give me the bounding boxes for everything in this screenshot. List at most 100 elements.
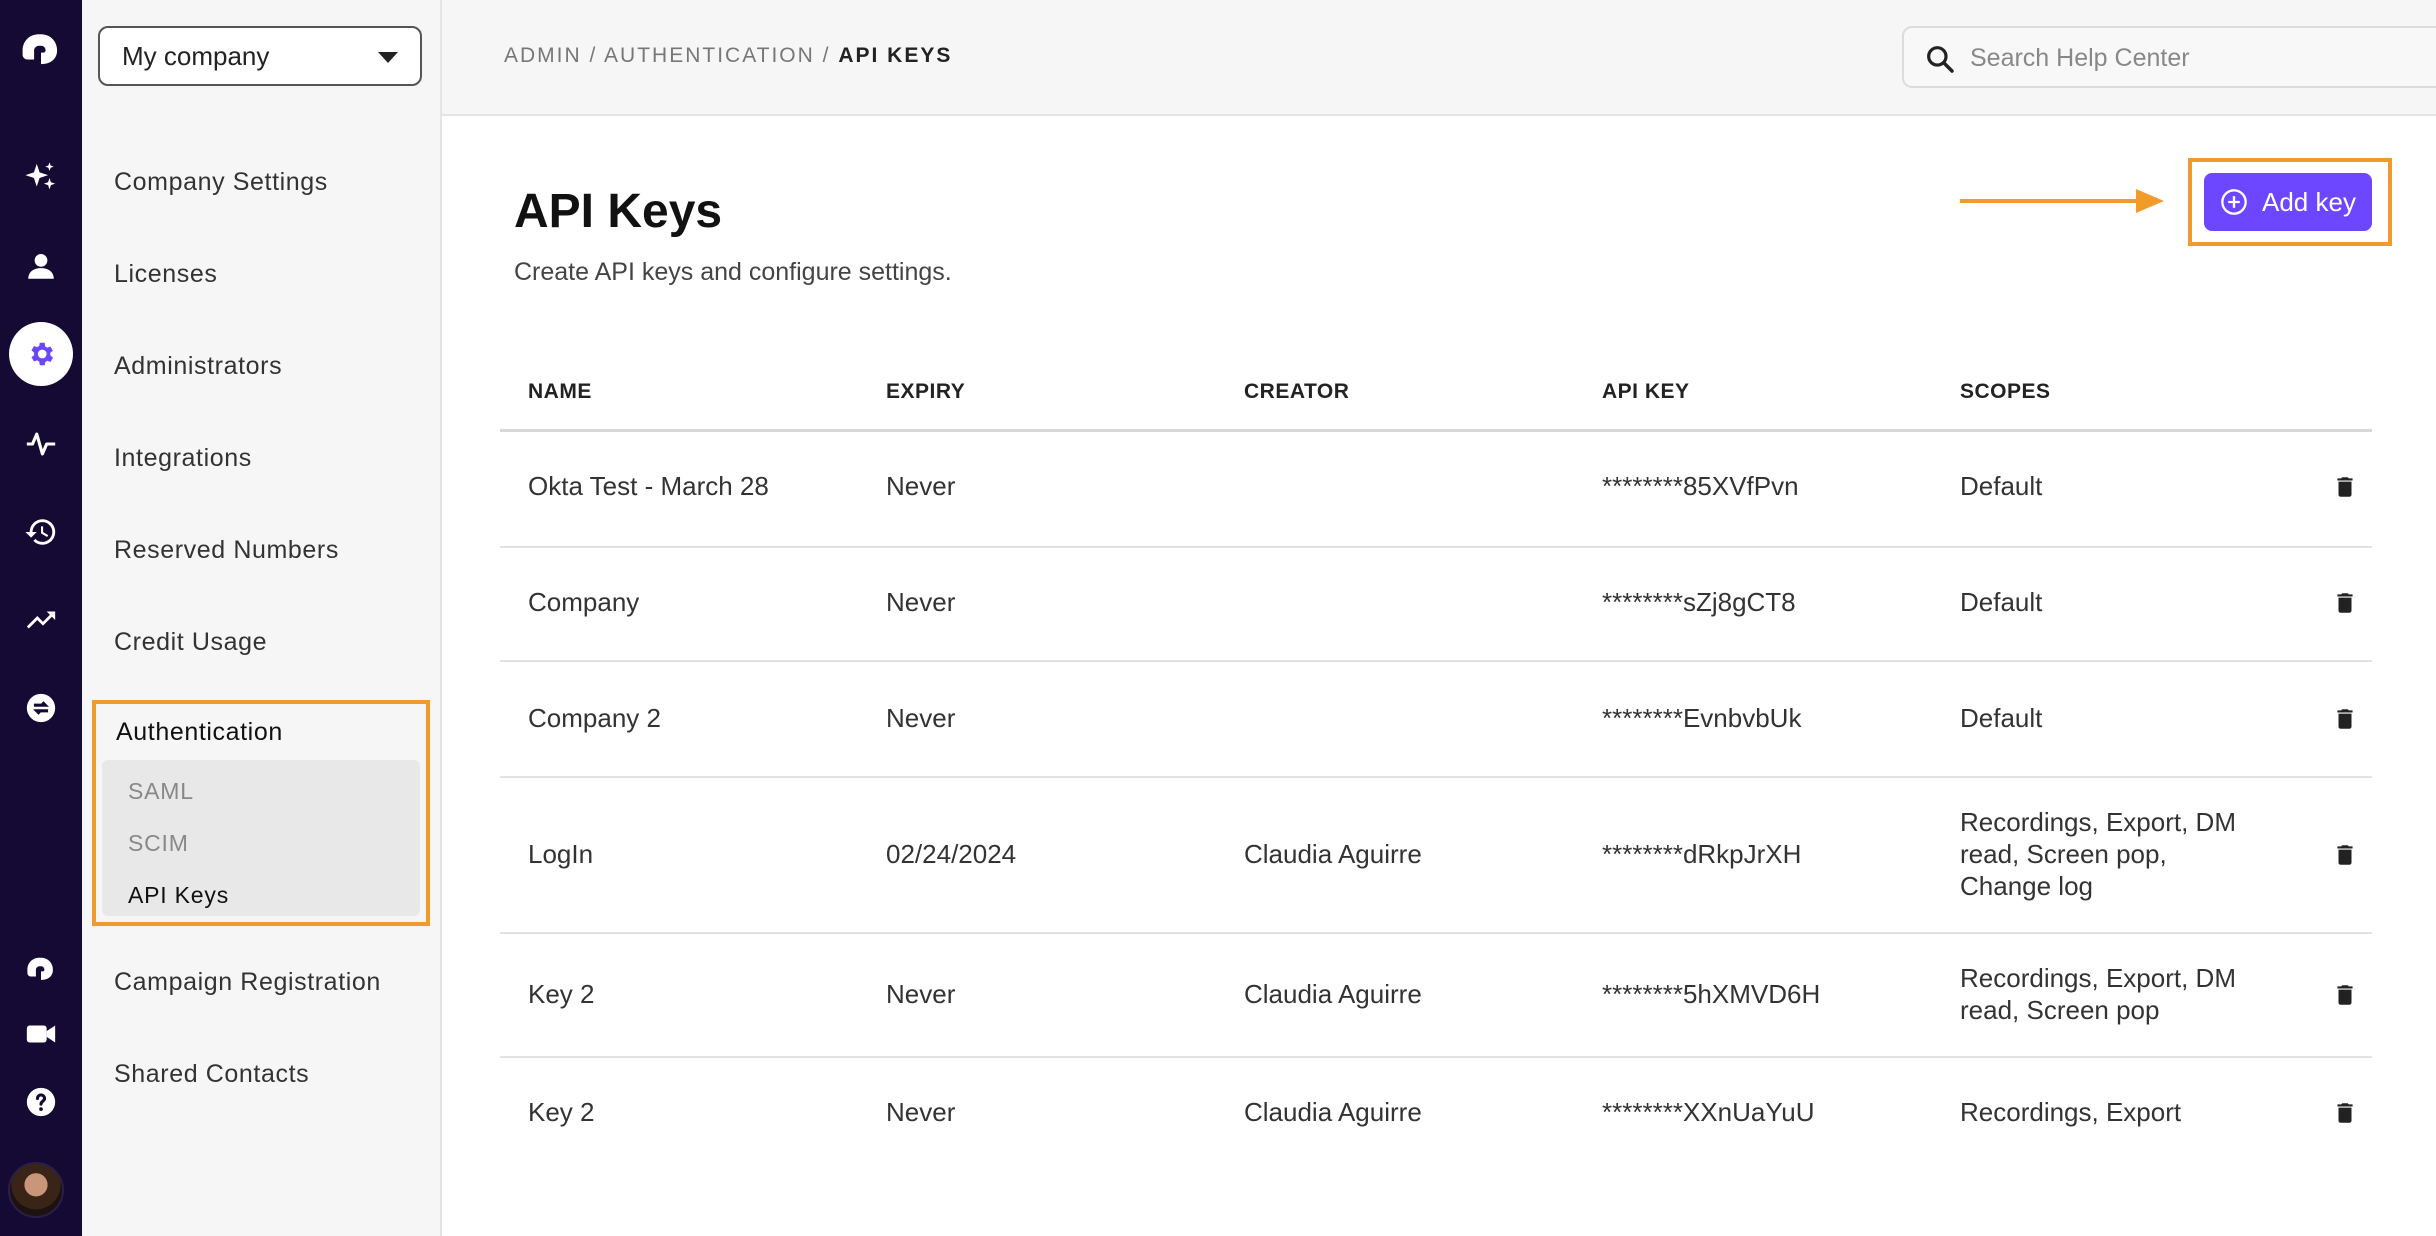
plus-circle-icon <box>2221 189 2247 215</box>
cell-name: Company 2 <box>528 703 661 733</box>
cell-expiry: Never <box>886 471 956 501</box>
gear-icon <box>31 342 53 366</box>
nav-shared-contacts[interactable]: Shared Contacts <box>114 1060 309 1089</box>
cell-expiry: Never <box>886 979 956 1009</box>
table-row[interactable]: Company 2 Never ********EvnbvbUk Default <box>500 662 2372 778</box>
cell-api-key: ********EvnbvbUk <box>1602 703 1802 733</box>
cell-creator: Claudia Aguirre <box>1244 979 1422 1009</box>
history-icon[interactable] <box>0 502 82 562</box>
company-select[interactable]: My company <box>98 26 422 86</box>
icon-rail <box>0 0 82 1236</box>
breadcrumb-authentication[interactable]: AUTHENTICATION <box>604 44 815 67</box>
company-select-value: My company <box>122 40 270 71</box>
person-icon[interactable] <box>0 236 82 296</box>
add-key-label: Add key <box>2262 186 2356 217</box>
cell-expiry: Never <box>886 1097 956 1127</box>
trash-icon <box>2337 477 2353 497</box>
cell-expiry: 02/24/2024 <box>886 839 1017 869</box>
nav-campaign-registration[interactable]: Campaign Registration <box>114 968 381 997</box>
cell-api-key: ********sZj8gCT8 <box>1602 587 1796 617</box>
cell-scopes: Recordings, Export, DM read, Screen pop,… <box>1960 807 2236 901</box>
cell-creator: Claudia Aguirre <box>1244 1097 1422 1127</box>
cell-name: Okta Test - March 28 <box>528 471 769 501</box>
delete-button[interactable] <box>2332 982 2358 1008</box>
add-key-button[interactable]: Add key <box>2204 173 2372 231</box>
delete-button[interactable] <box>2332 706 2358 732</box>
nav-integrations[interactable]: Integrations <box>114 444 252 473</box>
cell-expiry: Never <box>886 587 956 617</box>
breadcrumb-admin[interactable]: ADMIN <box>504 44 582 67</box>
help-icon[interactable] <box>0 1072 82 1132</box>
api-keys-table: NAME EXPIRY CREATOR API KEY SCOPES Okta … <box>500 354 2372 1174</box>
cell-api-key: ********85XVfPvn <box>1602 471 1799 501</box>
nav-administrators[interactable]: Administrators <box>114 352 282 381</box>
trash-icon <box>2337 845 2353 865</box>
cell-name: LogIn <box>528 839 594 869</box>
trash-icon <box>2337 593 2353 613</box>
breadcrumb-separator: / <box>814 44 839 67</box>
delete-button[interactable] <box>2332 474 2358 500</box>
search-input[interactable] <box>1970 38 2430 78</box>
authentication-submenu: SAML SCIM API Keys <box>102 760 420 916</box>
sync-icon[interactable] <box>0 678 82 738</box>
table-row[interactable]: LogIn 02/24/2024 Claudia Aguirre *******… <box>500 778 2372 934</box>
nav-reserved-numbers[interactable]: Reserved Numbers <box>114 536 339 565</box>
page-title: API Keys <box>514 185 723 238</box>
header-expiry[interactable]: EXPIRY <box>886 380 965 404</box>
trash-icon <box>2337 1103 2353 1123</box>
cell-scopes: Recordings, Export, DM read, Screen pop <box>1960 963 2236 1025</box>
header-api-key[interactable]: API KEY <box>1602 380 1690 404</box>
breadcrumb: ADMIN / AUTHENTICATION / API KEYS <box>504 44 952 68</box>
nav-saml[interactable]: SAML <box>128 778 194 805</box>
logo-icon[interactable] <box>0 18 82 78</box>
cell-api-key: ********dRkpJrXH <box>1602 839 1802 869</box>
table-header: NAME EXPIRY CREATOR API KEY SCOPES <box>500 354 2372 432</box>
header-name[interactable]: NAME <box>528 380 592 404</box>
trending-icon[interactable] <box>0 590 82 650</box>
logo-small-icon[interactable] <box>0 938 82 998</box>
settings-nav-active[interactable] <box>0 322 82 386</box>
cell-scopes: Default <box>1960 471 2043 501</box>
header-creator[interactable]: CREATOR <box>1244 380 1349 404</box>
breadcrumb-separator: / <box>581 44 605 67</box>
cell-name: Key 2 <box>528 1097 595 1127</box>
table-row[interactable]: Key 2 Never Claudia Aguirre ********XXnU… <box>500 1058 2372 1174</box>
header-scopes[interactable]: SCOPES <box>1960 380 2051 404</box>
caret-down-icon <box>378 52 398 63</box>
nav-credit-usage[interactable]: Credit Usage <box>114 628 267 657</box>
cell-scopes: Default <box>1960 703 2043 733</box>
annotation-arrow <box>1960 189 2164 213</box>
avatar[interactable] <box>8 1162 64 1218</box>
table-row[interactable]: Key 2 Never Claudia Aguirre ********5hXM… <box>500 934 2372 1058</box>
nav-licenses[interactable]: Licenses <box>114 260 217 289</box>
cell-api-key: ********XXnUaYuU <box>1602 1097 1815 1127</box>
nav-api-keys[interactable]: API Keys <box>128 882 229 909</box>
pulse-icon[interactable] <box>0 414 82 474</box>
sparkle-icon[interactable] <box>0 148 82 208</box>
cell-creator: Claudia Aguirre <box>1244 839 1422 869</box>
search-box[interactable] <box>1902 26 2436 88</box>
trash-icon <box>2337 985 2353 1005</box>
delete-button[interactable] <box>2332 590 2358 616</box>
nav-company-settings[interactable]: Company Settings <box>114 168 328 197</box>
cell-scopes: Recordings, Export <box>1960 1097 2182 1127</box>
trash-icon <box>2337 709 2353 729</box>
delete-button[interactable] <box>2332 842 2358 868</box>
top-bar: ADMIN / AUTHENTICATION / API KEYS <box>442 0 2436 116</box>
cell-expiry: Never <box>886 703 956 733</box>
cell-api-key: ********5hXMVD6H <box>1602 979 1821 1009</box>
cell-name: Company <box>528 587 640 617</box>
delete-button[interactable] <box>2332 1100 2358 1126</box>
nav-scim[interactable]: SCIM <box>128 830 189 857</box>
cell-name: Key 2 <box>528 979 595 1009</box>
search-icon <box>1927 46 1954 73</box>
authentication-highlight: Authentication SAML SCIM API Keys <box>92 700 430 926</box>
video-icon[interactable] <box>0 1004 82 1064</box>
table-row[interactable]: Okta Test - March 28 Never ********85XVf… <box>500 432 2372 548</box>
page-subtitle: Create API keys and configure settings. <box>514 258 952 286</box>
breadcrumb-current: API KEYS <box>838 44 953 67</box>
table-row[interactable]: Company Never ********sZj8gCT8 Default <box>500 548 2372 662</box>
nav-authentication[interactable]: Authentication <box>116 718 283 747</box>
cell-scopes: Default <box>1960 587 2043 617</box>
settings-sidebar: My company Company Settings Licenses Adm… <box>82 0 442 1236</box>
